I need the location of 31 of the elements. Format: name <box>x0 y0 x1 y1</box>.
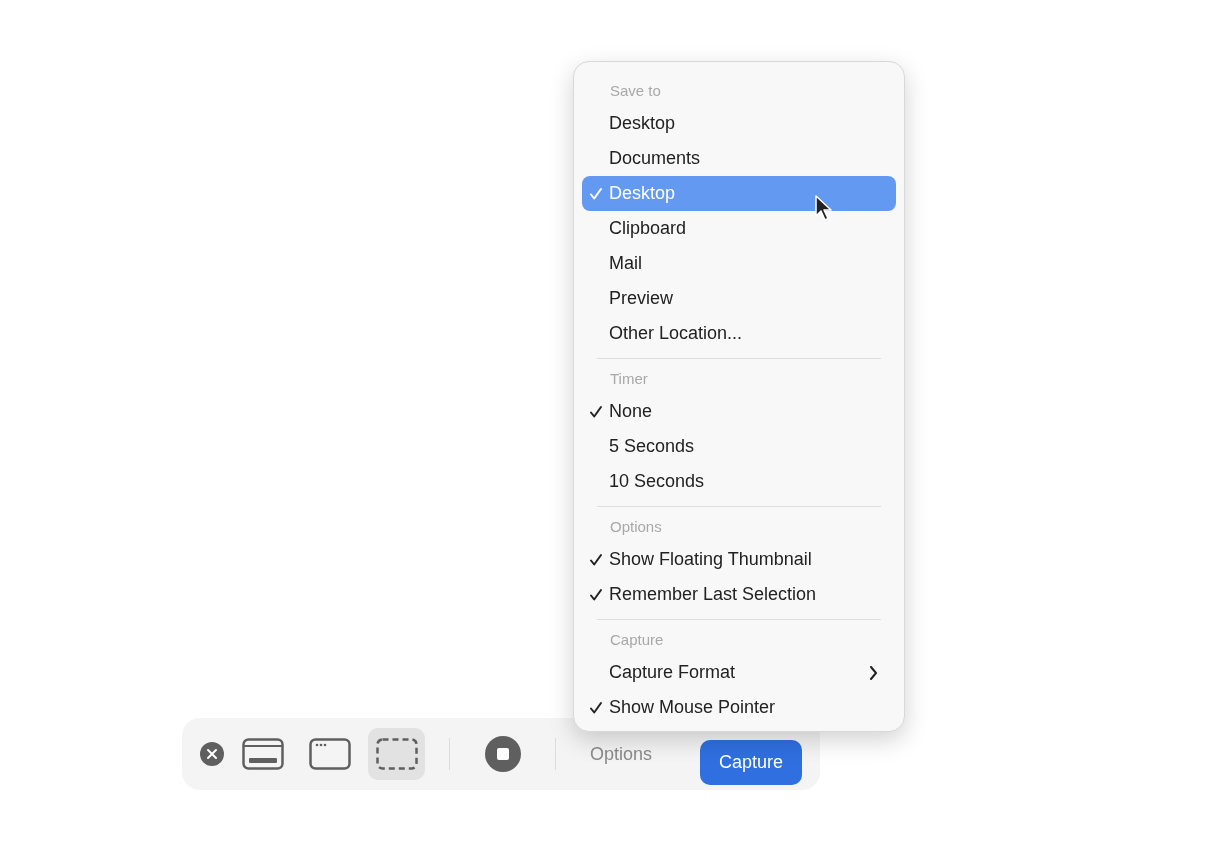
menu-item[interactable]: 5 Seconds <box>582 429 896 464</box>
section-header: Save to <box>609 81 662 101</box>
menu-item[interactable]: Preview <box>582 281 896 316</box>
menu-item[interactable]: None <box>582 394 896 429</box>
selection-tool-button[interactable] <box>368 728 426 780</box>
selection-icon <box>375 738 418 770</box>
checkmark-icon <box>589 404 603 419</box>
chevron-right-icon <box>869 665 878 680</box>
menu-item[interactable]: Mail <box>582 246 896 281</box>
menu-item[interactable]: 10 Seconds <box>582 464 896 499</box>
menu-item[interactable]: Desktop <box>582 106 896 141</box>
menu-item[interactable]: Documents <box>582 141 896 176</box>
menu-item[interactable]: Remember Last Selection <box>582 577 896 612</box>
checkmark-icon <box>589 700 603 715</box>
checkmark-icon <box>589 587 603 602</box>
section-header: Capture <box>609 630 665 650</box>
record-icon <box>484 736 521 772</box>
menu-item[interactable]: Capture Format <box>582 655 896 690</box>
capture-button[interactable]: Capture <box>699 739 802 785</box>
checkmark-icon <box>589 552 603 567</box>
mouse-cursor-icon <box>814 194 832 222</box>
menu-item[interactable]: Show Floating Thumbnail <box>582 542 896 577</box>
section-header: Timer <box>609 369 649 389</box>
window-icon <box>309 738 352 770</box>
close-icon <box>200 742 225 766</box>
menu-item[interactable]: Other Location... <box>582 316 896 351</box>
menu-item[interactable]: Show Mouse Pointer <box>582 690 896 725</box>
checkmark-icon <box>589 186 603 201</box>
menu-item[interactable]: Clipboard <box>582 211 896 246</box>
screen-icon <box>242 738 285 770</box>
section-header: Options <box>609 517 663 537</box>
